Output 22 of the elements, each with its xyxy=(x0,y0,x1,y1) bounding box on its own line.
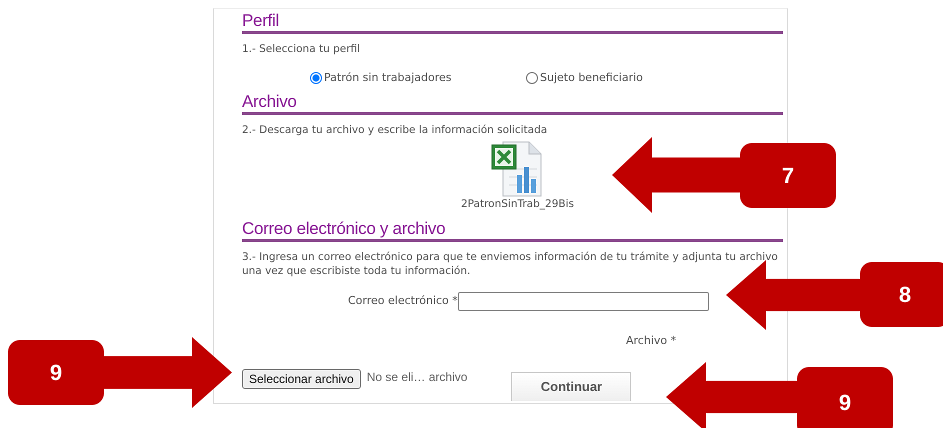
field-label: Correo electrónico * xyxy=(348,293,458,310)
continue-button[interactable]: Continuar xyxy=(511,372,632,400)
radio-label: Sujeto beneficiario xyxy=(540,70,643,86)
file-status-text: No se eli… archivo xyxy=(366,368,468,386)
callout-number: 9 xyxy=(8,340,104,405)
file-link[interactable]: 2PatronSinTrab_29Bis xyxy=(461,197,574,211)
spreadsheet-file-icon[interactable] xyxy=(490,141,544,197)
section-heading: Correo electrónico y archivo xyxy=(242,217,783,242)
radio-label: Patrón sin trabajadores xyxy=(324,70,452,86)
email-field[interactable] xyxy=(458,292,709,311)
section-heading: Perfil xyxy=(242,9,783,34)
instruction-text: 1.- Selecciona tu perfil xyxy=(242,42,362,56)
callout-number: 9 xyxy=(797,367,893,428)
instruction-text: 3.- Ingresa un correo electrónico para que te enviemos información de tu trámite y adjunta tu archivo una vez que escribiste toda tu información. xyxy=(242,250,779,278)
radio-button[interactable] xyxy=(310,72,322,84)
file-select-button[interactable]: Seleccionar archivo xyxy=(242,368,361,388)
section-heading: Archivo xyxy=(242,90,783,115)
field-label: Archivo * xyxy=(626,333,676,349)
callout-number: 7 xyxy=(740,143,836,208)
callout-number: 8 xyxy=(860,262,943,327)
radio-button[interactable] xyxy=(526,72,538,84)
instruction-text: 2.- Descarga tu archivo y escribe la información solicitada xyxy=(242,123,548,137)
